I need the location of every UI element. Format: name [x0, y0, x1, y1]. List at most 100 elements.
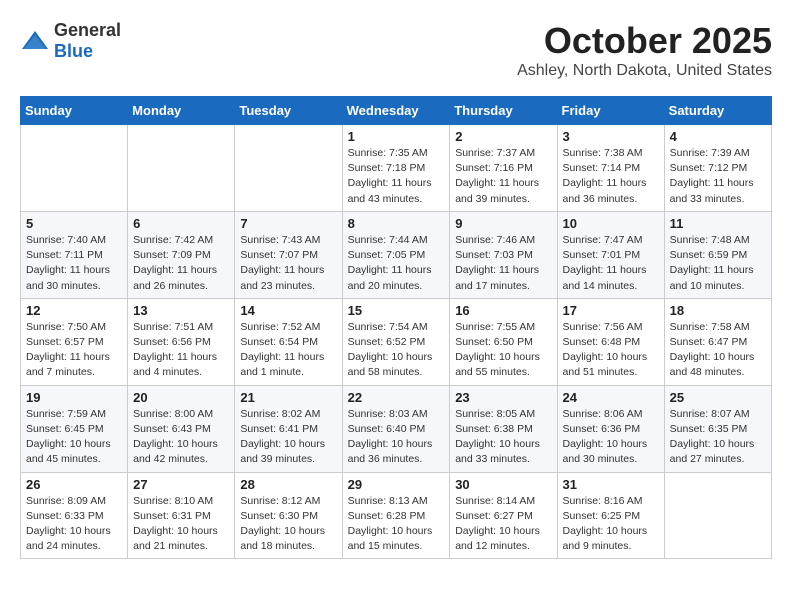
- calendar-cell: 29 Sunrise: 8:13 AMSunset: 6:28 PMDaylig…: [342, 472, 450, 559]
- day-info: Sunrise: 7:35 AMSunset: 7:18 PMDaylight:…: [348, 146, 445, 207]
- day-number: 29: [348, 477, 445, 492]
- day-number: 7: [240, 216, 336, 231]
- day-info: Sunrise: 8:07 AMSunset: 6:35 PMDaylight:…: [670, 407, 766, 468]
- day-number: 4: [670, 129, 766, 144]
- calendar-cell: [664, 472, 771, 559]
- calendar-cell: 11 Sunrise: 7:48 AMSunset: 6:59 PMDaylig…: [664, 211, 771, 298]
- day-info: Sunrise: 8:00 AMSunset: 6:43 PMDaylight:…: [133, 407, 229, 468]
- col-friday: Friday: [557, 97, 664, 125]
- calendar-cell: 6 Sunrise: 7:42 AMSunset: 7:09 PMDayligh…: [128, 211, 235, 298]
- location-title: Ashley, North Dakota, United States: [517, 62, 772, 80]
- day-number: 30: [455, 477, 551, 492]
- col-thursday: Thursday: [450, 97, 557, 125]
- calendar-cell: 14 Sunrise: 7:52 AMSunset: 6:54 PMDaylig…: [235, 298, 342, 385]
- calendar-cell: 5 Sunrise: 7:40 AMSunset: 7:11 PMDayligh…: [21, 211, 128, 298]
- day-info: Sunrise: 7:54 AMSunset: 6:52 PMDaylight:…: [348, 320, 445, 381]
- day-number: 16: [455, 303, 551, 318]
- day-info: Sunrise: 7:52 AMSunset: 6:54 PMDaylight:…: [240, 320, 336, 381]
- calendar-cell: 1 Sunrise: 7:35 AMSunset: 7:18 PMDayligh…: [342, 125, 450, 212]
- day-number: 27: [133, 477, 229, 492]
- calendar-cell: 8 Sunrise: 7:44 AMSunset: 7:05 PMDayligh…: [342, 211, 450, 298]
- calendar-cell: 30 Sunrise: 8:14 AMSunset: 6:27 PMDaylig…: [450, 472, 557, 559]
- col-sunday: Sunday: [21, 97, 128, 125]
- day-number: 1: [348, 129, 445, 144]
- calendar-cell: 24 Sunrise: 8:06 AMSunset: 6:36 PMDaylig…: [557, 385, 664, 472]
- day-info: Sunrise: 7:55 AMSunset: 6:50 PMDaylight:…: [455, 320, 551, 381]
- calendar-header-row: Sunday Monday Tuesday Wednesday Thursday…: [21, 97, 772, 125]
- logo-general: General: [54, 20, 121, 40]
- day-number: 22: [348, 390, 445, 405]
- day-info: Sunrise: 8:09 AMSunset: 6:33 PMDaylight:…: [26, 494, 122, 555]
- calendar-cell: [235, 125, 342, 212]
- day-number: 13: [133, 303, 229, 318]
- day-info: Sunrise: 8:03 AMSunset: 6:40 PMDaylight:…: [348, 407, 445, 468]
- calendar-cell: 2 Sunrise: 7:37 AMSunset: 7:16 PMDayligh…: [450, 125, 557, 212]
- page-header: General Blue October 2025 Ashley, North …: [20, 20, 772, 80]
- day-number: 24: [563, 390, 659, 405]
- day-info: Sunrise: 8:06 AMSunset: 6:36 PMDaylight:…: [563, 407, 659, 468]
- calendar-cell: 22 Sunrise: 8:03 AMSunset: 6:40 PMDaylig…: [342, 385, 450, 472]
- month-title: October 2025: [517, 20, 772, 62]
- day-info: Sunrise: 8:12 AMSunset: 6:30 PMDaylight:…: [240, 494, 336, 555]
- day-info: Sunrise: 8:10 AMSunset: 6:31 PMDaylight:…: [133, 494, 229, 555]
- calendar-cell: 16 Sunrise: 7:55 AMSunset: 6:50 PMDaylig…: [450, 298, 557, 385]
- day-info: Sunrise: 7:56 AMSunset: 6:48 PMDaylight:…: [563, 320, 659, 381]
- day-info: Sunrise: 7:43 AMSunset: 7:07 PMDaylight:…: [240, 233, 336, 294]
- day-info: Sunrise: 8:02 AMSunset: 6:41 PMDaylight:…: [240, 407, 336, 468]
- calendar-cell: 7 Sunrise: 7:43 AMSunset: 7:07 PMDayligh…: [235, 211, 342, 298]
- day-number: 14: [240, 303, 336, 318]
- calendar-cell: 3 Sunrise: 7:38 AMSunset: 7:14 PMDayligh…: [557, 125, 664, 212]
- day-info: Sunrise: 7:47 AMSunset: 7:01 PMDaylight:…: [563, 233, 659, 294]
- calendar-cell: 20 Sunrise: 8:00 AMSunset: 6:43 PMDaylig…: [128, 385, 235, 472]
- col-wednesday: Wednesday: [342, 97, 450, 125]
- calendar-cell: 23 Sunrise: 8:05 AMSunset: 6:38 PMDaylig…: [450, 385, 557, 472]
- calendar-week-5: 26 Sunrise: 8:09 AMSunset: 6:33 PMDaylig…: [21, 472, 772, 559]
- day-info: Sunrise: 7:40 AMSunset: 7:11 PMDaylight:…: [26, 233, 122, 294]
- day-number: 11: [670, 216, 766, 231]
- day-info: Sunrise: 7:38 AMSunset: 7:14 PMDaylight:…: [563, 146, 659, 207]
- day-number: 17: [563, 303, 659, 318]
- calendar-table: Sunday Monday Tuesday Wednesday Thursday…: [20, 96, 772, 559]
- calendar-cell: 28 Sunrise: 8:12 AMSunset: 6:30 PMDaylig…: [235, 472, 342, 559]
- day-info: Sunrise: 8:16 AMSunset: 6:25 PMDaylight:…: [563, 494, 659, 555]
- day-number: 26: [26, 477, 122, 492]
- day-info: Sunrise: 7:37 AMSunset: 7:16 PMDaylight:…: [455, 146, 551, 207]
- day-number: 18: [670, 303, 766, 318]
- calendar-cell: 25 Sunrise: 8:07 AMSunset: 6:35 PMDaylig…: [664, 385, 771, 472]
- calendar-cell: 9 Sunrise: 7:46 AMSunset: 7:03 PMDayligh…: [450, 211, 557, 298]
- day-number: 19: [26, 390, 122, 405]
- day-info: Sunrise: 7:51 AMSunset: 6:56 PMDaylight:…: [133, 320, 229, 381]
- day-info: Sunrise: 7:48 AMSunset: 6:59 PMDaylight:…: [670, 233, 766, 294]
- col-monday: Monday: [128, 97, 235, 125]
- day-number: 2: [455, 129, 551, 144]
- day-info: Sunrise: 7:42 AMSunset: 7:09 PMDaylight:…: [133, 233, 229, 294]
- logo-blue: Blue: [54, 41, 93, 61]
- logo-text: General Blue: [54, 20, 121, 62]
- day-number: 28: [240, 477, 336, 492]
- calendar-cell: 10 Sunrise: 7:47 AMSunset: 7:01 PMDaylig…: [557, 211, 664, 298]
- day-number: 23: [455, 390, 551, 405]
- day-number: 31: [563, 477, 659, 492]
- calendar-cell: 21 Sunrise: 8:02 AMSunset: 6:41 PMDaylig…: [235, 385, 342, 472]
- calendar-cell: 12 Sunrise: 7:50 AMSunset: 6:57 PMDaylig…: [21, 298, 128, 385]
- day-info: Sunrise: 7:39 AMSunset: 7:12 PMDaylight:…: [670, 146, 766, 207]
- day-number: 6: [133, 216, 229, 231]
- calendar-cell: 13 Sunrise: 7:51 AMSunset: 6:56 PMDaylig…: [128, 298, 235, 385]
- day-number: 8: [348, 216, 445, 231]
- day-number: 5: [26, 216, 122, 231]
- calendar-cell: 18 Sunrise: 7:58 AMSunset: 6:47 PMDaylig…: [664, 298, 771, 385]
- calendar-cell: [128, 125, 235, 212]
- day-info: Sunrise: 8:14 AMSunset: 6:27 PMDaylight:…: [455, 494, 551, 555]
- day-number: 25: [670, 390, 766, 405]
- col-saturday: Saturday: [664, 97, 771, 125]
- day-info: Sunrise: 8:05 AMSunset: 6:38 PMDaylight:…: [455, 407, 551, 468]
- calendar-week-4: 19 Sunrise: 7:59 AMSunset: 6:45 PMDaylig…: [21, 385, 772, 472]
- calendar-cell: 17 Sunrise: 7:56 AMSunset: 6:48 PMDaylig…: [557, 298, 664, 385]
- day-info: Sunrise: 7:58 AMSunset: 6:47 PMDaylight:…: [670, 320, 766, 381]
- day-number: 9: [455, 216, 551, 231]
- calendar-cell: 26 Sunrise: 8:09 AMSunset: 6:33 PMDaylig…: [21, 472, 128, 559]
- day-info: Sunrise: 7:46 AMSunset: 7:03 PMDaylight:…: [455, 233, 551, 294]
- day-info: Sunrise: 7:59 AMSunset: 6:45 PMDaylight:…: [26, 407, 122, 468]
- calendar-cell: 4 Sunrise: 7:39 AMSunset: 7:12 PMDayligh…: [664, 125, 771, 212]
- day-number: 10: [563, 216, 659, 231]
